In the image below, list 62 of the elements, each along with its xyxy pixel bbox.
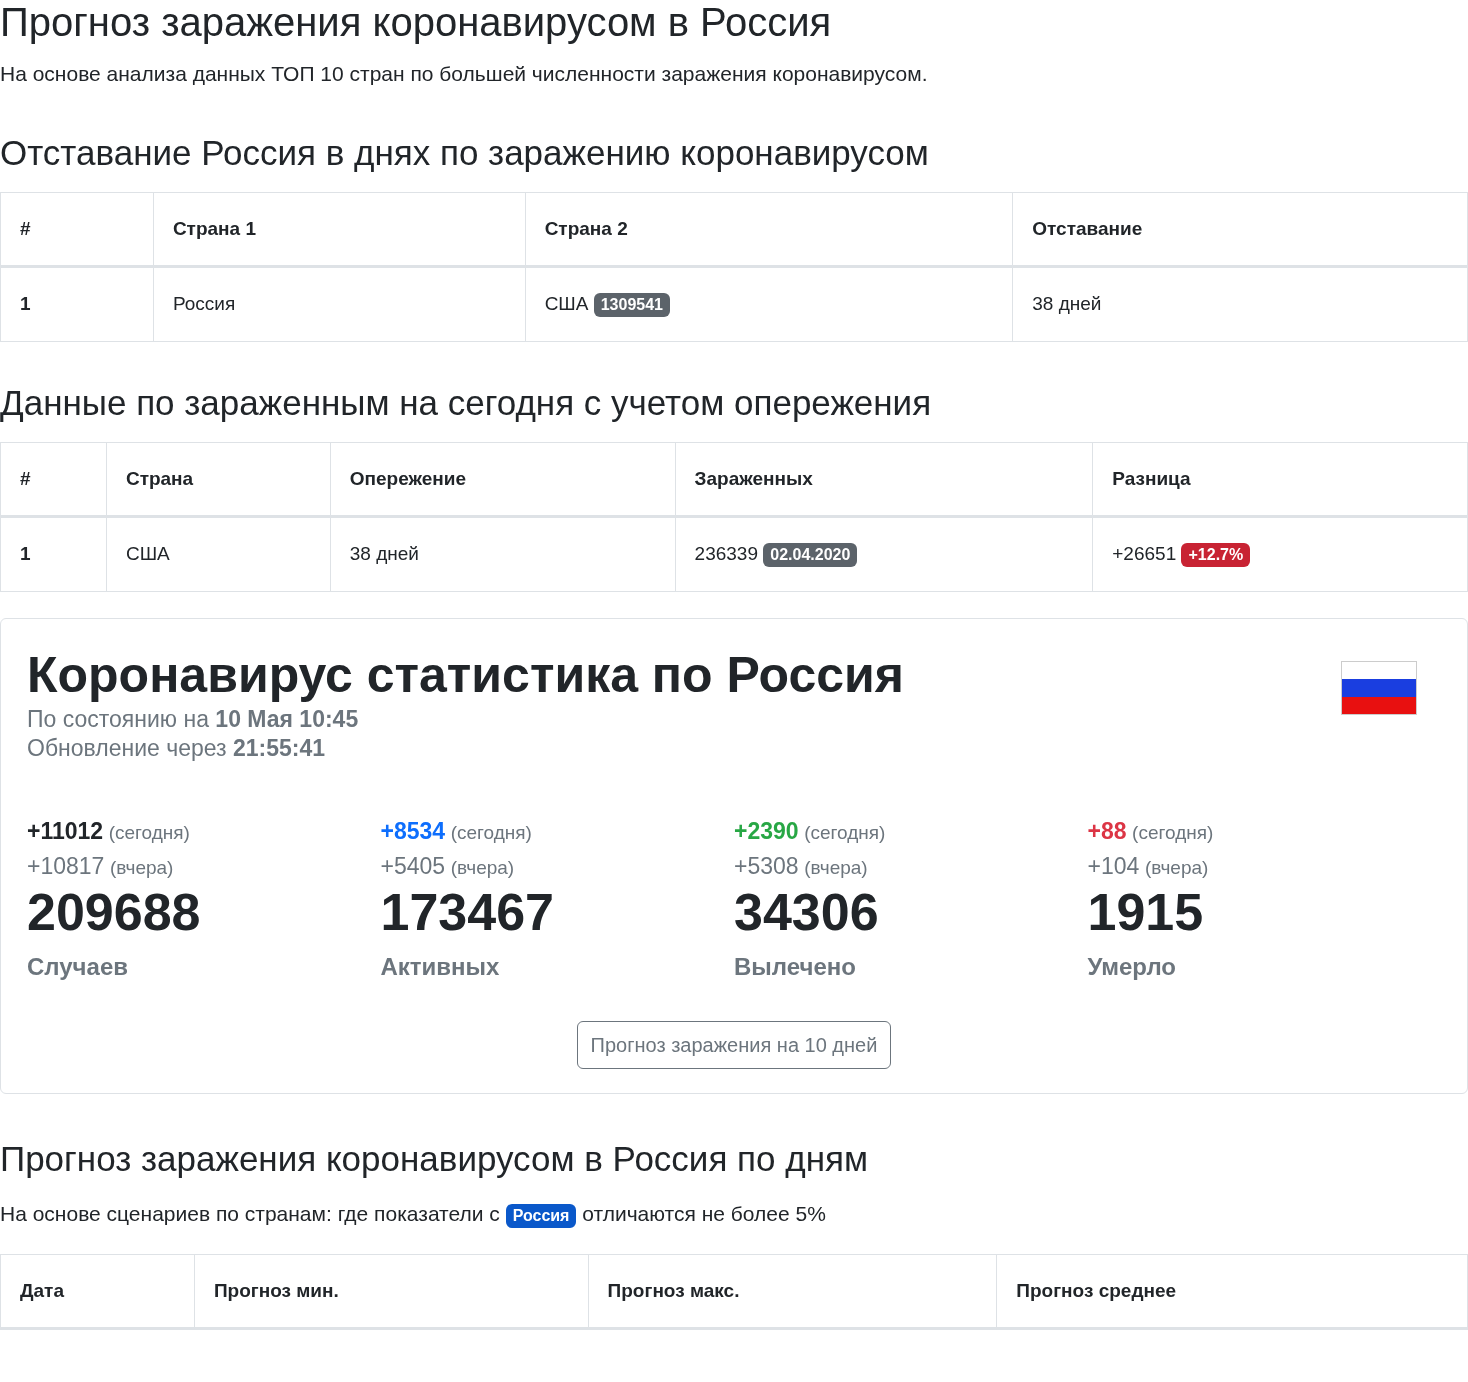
table-cell: Россия — [153, 266, 526, 341]
today-count: +11012 — [27, 818, 104, 845]
column-header: Страна — [106, 442, 331, 517]
today-note: (сегодня) — [108, 822, 190, 844]
yesterday-count: +5308 — [734, 852, 799, 879]
column-header: Опережение — [330, 442, 676, 517]
page-title: Прогноз заражения коронавирусом в Россия — [0, 0, 833, 44]
status-text: По состоянию на 10 Мая 10:45 — [27, 704, 360, 734]
table-cell: США — [544, 293, 589, 314]
status-text: Обновление через 21:55:41 — [27, 734, 327, 764]
yesterday-note: (вчера) — [804, 856, 868, 878]
stat-label: Вылечено — [734, 952, 857, 983]
stat-label: Умерло — [1087, 952, 1177, 983]
column-header: Страна 1 — [153, 192, 526, 267]
column-header: Прогноз мин. — [194, 1254, 589, 1329]
table-cell: 1 — [0, 266, 154, 341]
count-badge: 1309541 — [593, 293, 670, 317]
table-cell: 38 дней — [330, 516, 676, 591]
column-header: Страна 2 — [525, 192, 1013, 267]
total-count: 34306 — [734, 883, 880, 944]
column-header: Дата — [0, 1254, 195, 1329]
yesterday-note: (вчера) — [109, 856, 174, 878]
flag-icon — [1341, 660, 1417, 715]
total-count: 1915 — [1087, 883, 1205, 944]
yesterday-count: +5405 — [380, 852, 446, 879]
section-heading: Отставание Россия в днях по заражению коронавирусом — [0, 131, 930, 174]
count-badge: 02.04.2020 — [763, 543, 858, 567]
total-count: 173467 — [380, 883, 556, 944]
stat-label: Активных — [380, 952, 501, 983]
table-cell: +26651 — [1112, 543, 1177, 564]
note-text: На основе сценариев по странам: где показатели с — [0, 1202, 500, 1226]
column-header: Прогноз среднее — [996, 1254, 1468, 1329]
yesterday-note: (вчера) — [450, 856, 515, 878]
count-badge: +12.7% — [1181, 543, 1251, 567]
stat-label: Случаев — [27, 952, 129, 983]
table-cell: 1 — [0, 516, 107, 591]
today-count: +88 — [1087, 818, 1127, 845]
table-cell: США — [106, 516, 331, 591]
country-badge: Россия — [505, 1203, 577, 1228]
table-cell: 38 дней — [1012, 266, 1468, 341]
yesterday-count: +104 — [1087, 852, 1140, 879]
column-header: # — [0, 442, 107, 517]
column-header: Разница — [1092, 442, 1468, 517]
forecast-button[interactable]: Прогноз заражения на 10 дней — [576, 1021, 892, 1070]
today-count: +2390 — [734, 818, 799, 845]
section-heading: Данные по зараженным на сегодня с учетом опережения — [0, 381, 933, 424]
today-note: (сегодня) — [804, 822, 886, 844]
note-text: отличаются не более 5% — [582, 1202, 826, 1226]
column-header: Отставание — [1012, 192, 1468, 267]
yesterday-note: (вчера) — [1144, 856, 1209, 878]
today-note: (сегодня) — [1132, 822, 1214, 844]
card-title: Коронавирус статистика по Россия — [27, 645, 904, 705]
today-count: +8534 — [380, 818, 446, 845]
total-count: 209688 — [27, 883, 202, 944]
today-note: (сегодня) — [450, 822, 532, 844]
column-header: Зараженных — [675, 442, 1093, 517]
column-header: # — [0, 192, 154, 267]
page-subtitle: На основе анализа данных ТОП 10 стран по большей численности заражения коронавирусом. — [0, 61, 929, 87]
table-cell: 236339 — [694, 543, 758, 564]
yesterday-count: +10817 — [27, 852, 105, 879]
column-header: Прогноз макс. — [588, 1254, 997, 1329]
section-heading: Прогноз заражения коронавирусом в Россия по дням — [0, 1138, 869, 1181]
